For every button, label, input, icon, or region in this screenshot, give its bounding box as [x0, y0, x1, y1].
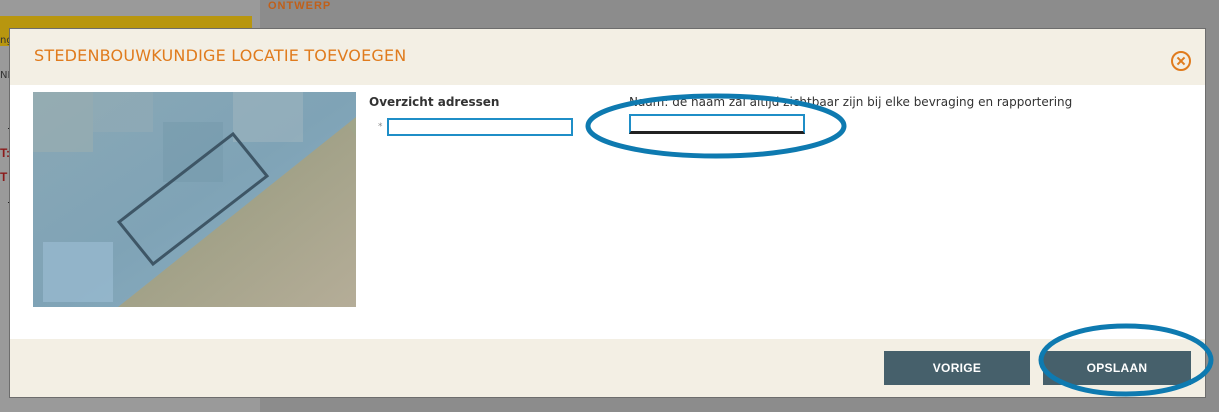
dialog-footer: VORIGE OPSLAAN [10, 339, 1205, 397]
addresses-input[interactable] [387, 118, 573, 136]
map-image [33, 92, 356, 307]
previous-button[interactable]: VORIGE [884, 351, 1030, 385]
required-marker: * [378, 122, 383, 132]
background-heading: ONTWERP [268, 0, 332, 12]
close-icon[interactable] [1171, 51, 1191, 71]
name-label: Naam: de naam zal altijd zichtbaar zijn … [629, 95, 1073, 109]
name-input[interactable] [629, 114, 805, 134]
location-map-thumbnail [33, 92, 356, 307]
dialog-header: STEDENBOUWKUNDIGE LOCATIE TOEVOEGEN [10, 29, 1205, 85]
background-warning-text: T [0, 170, 8, 184]
save-button[interactable]: OPSLAAN [1043, 351, 1191, 385]
add-location-dialog: STEDENBOUWKUNDIGE LOCATIE TOEVOEGEN Over… [9, 28, 1206, 398]
addresses-label: Overzicht adressen [369, 95, 500, 109]
dialog-title: STEDENBOUWKUNDIGE LOCATIE TOEVOEGEN [34, 46, 407, 65]
